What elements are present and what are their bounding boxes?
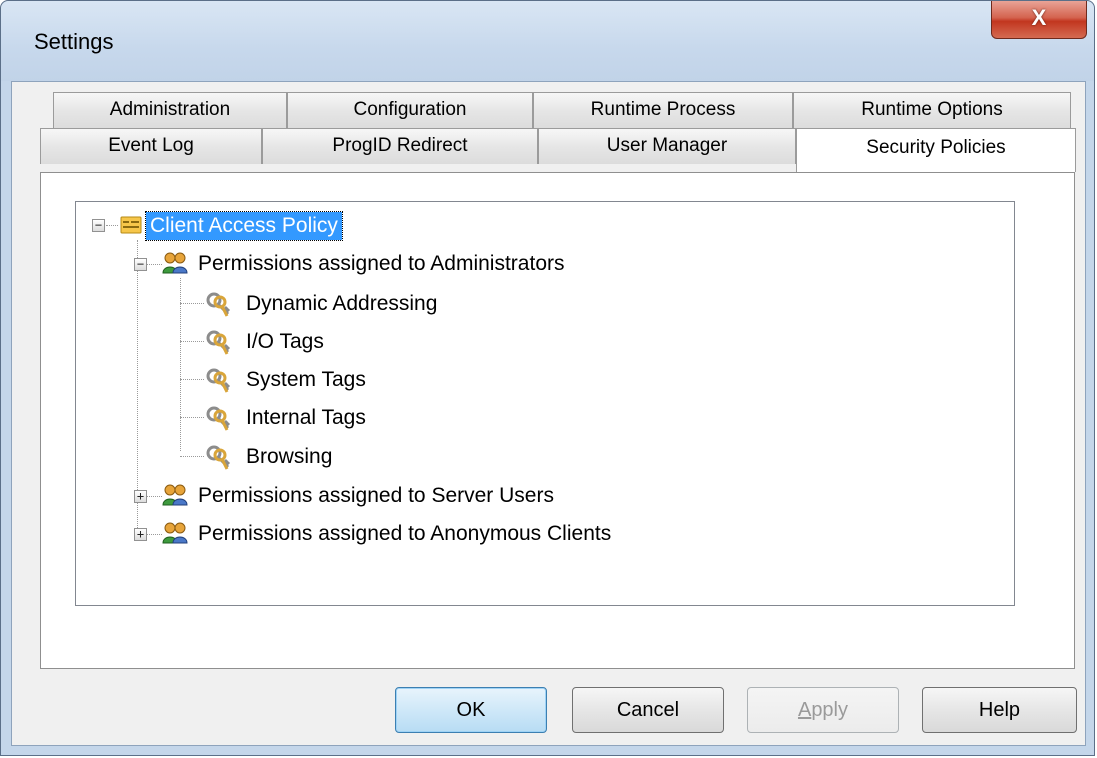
keys-icon [206, 406, 231, 431]
tree-node-label: Internal Tags [246, 406, 366, 429]
help-button[interactable]: Help [922, 687, 1077, 733]
tree-node-label: Permissions assigned to Server Users [198, 484, 554, 507]
tree-node-internal-tags[interactable]: Internal Tags [204, 400, 564, 436]
tab-panel-security-policies: − Client Access Policy − Permissions ass… [40, 172, 1075, 669]
tree-node-label: Browsing [246, 445, 333, 468]
expand-icon[interactable]: + [134, 490, 147, 503]
tree-node-browsing[interactable]: Browsing [204, 439, 564, 475]
apply-label: pply [811, 699, 849, 721]
policy-icon [120, 216, 142, 234]
tab-configuration[interactable]: Configuration [287, 92, 533, 128]
expand-icon[interactable]: + [134, 528, 147, 541]
tab-event-log[interactable]: Event Log [40, 128, 262, 164]
tree-connector [180, 456, 204, 457]
tab-administration[interactable]: Administration [53, 92, 287, 128]
tree-connector [180, 417, 204, 418]
tab-user-manager[interactable]: User Manager [538, 128, 796, 164]
apply-mnemonic: A [797, 699, 812, 721]
close-icon: X [1031, 5, 1047, 30]
apply-button[interactable]: Apply [747, 687, 899, 733]
window-title: Settings [34, 29, 114, 54]
tree-node-label: Client Access Policy [145, 211, 343, 241]
ok-button[interactable]: OK [395, 687, 547, 733]
tree-node-io-tags[interactable]: I/O Tags [204, 324, 564, 360]
title-bar[interactable]: Settings X [1, 1, 1094, 81]
keys-icon [206, 330, 231, 355]
keys-icon [206, 445, 231, 470]
tree-node-label: I/O Tags [246, 330, 324, 353]
users-icon [162, 252, 188, 274]
tab-runtime-process[interactable]: Runtime Process [533, 92, 793, 128]
tree-node-client-access-policy[interactable]: − Client Access Policy [92, 208, 452, 244]
tree-node-label: Dynamic Addressing [246, 292, 438, 315]
tree-node-label: System Tags [246, 368, 366, 391]
users-icon [162, 484, 188, 506]
tree-node-label: Permissions assigned to Administrators [198, 252, 565, 275]
tree-node-server-users-permissions[interactable]: + Permissions assigned to Server Users [134, 478, 694, 514]
settings-dialog: Settings X Administration Configuration … [0, 0, 1095, 756]
tree-node-admin-permissions[interactable]: − Permissions assigned to Administrators [134, 246, 694, 282]
tree-node-label: Permissions assigned to Anonymous Client… [198, 522, 612, 545]
keys-icon [206, 292, 231, 317]
tab-runtime-options[interactable]: Runtime Options [793, 92, 1071, 128]
tree-node-anonymous-clients-permissions[interactable]: + Permissions assigned to Anonymous Clie… [134, 516, 754, 552]
tab-security-policies[interactable]: Security Policies [796, 128, 1076, 172]
tree-connector [180, 303, 204, 304]
tab-progid-redirect[interactable]: ProgID Redirect [262, 128, 538, 164]
collapse-icon[interactable]: − [92, 219, 105, 232]
keys-icon [206, 368, 231, 393]
tree-connector [180, 379, 204, 380]
tree-node-dynamic-addressing[interactable]: Dynamic Addressing [204, 286, 564, 322]
collapse-icon[interactable]: − [134, 258, 147, 271]
cancel-button[interactable]: Cancel [572, 687, 724, 733]
dialog-body: Administration Configuration Runtime Pro… [11, 81, 1086, 746]
users-icon [162, 522, 188, 544]
close-button[interactable]: X [991, 1, 1087, 39]
policy-tree[interactable]: − Client Access Policy − Permissions ass… [75, 201, 1015, 606]
tree-node-system-tags[interactable]: System Tags [204, 362, 564, 398]
tree-connector [180, 341, 204, 342]
